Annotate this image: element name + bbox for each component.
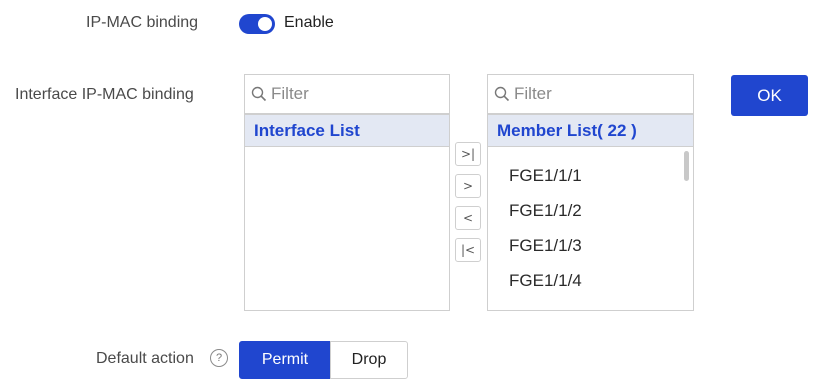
interface-filter xyxy=(244,74,450,114)
member-filter xyxy=(487,74,694,114)
help-icon[interactable]: ? xyxy=(210,349,228,367)
ipmac-binding-toggle[interactable] xyxy=(239,14,275,34)
permit-option[interactable]: Permit xyxy=(239,341,331,379)
member-list-item[interactable]: FGE1/1/1 xyxy=(488,158,693,193)
interface-list-header: Interface List xyxy=(245,115,449,147)
interface-list-body xyxy=(245,147,449,309)
member-list-item[interactable]: FGE1/1/3 xyxy=(488,228,693,263)
ok-button[interactable]: OK xyxy=(731,75,808,116)
interface-list: Interface List xyxy=(244,114,450,311)
interface-filter-input[interactable] xyxy=(271,84,421,104)
ipmac-binding-label: IP-MAC binding xyxy=(86,14,199,31)
member-list-item[interactable]: FGE1/1/2 xyxy=(488,193,693,228)
drop-option[interactable]: Drop xyxy=(330,341,408,379)
search-icon xyxy=(494,86,510,102)
search-icon xyxy=(251,86,267,102)
move-all-left-button[interactable]: |< xyxy=(455,238,481,262)
move-left-button[interactable]: < xyxy=(455,206,481,230)
move-right-button[interactable]: > xyxy=(455,174,481,198)
member-list-item[interactable]: FGE1/1/4 xyxy=(488,263,693,298)
move-all-right-button[interactable]: >| xyxy=(455,142,481,166)
member-list-header: Member List( 22 ) xyxy=(488,115,693,147)
member-list-body: FGE1/1/1FGE1/1/2FGE1/1/3FGE1/1/4XGE1/1/5 xyxy=(488,147,693,309)
interface-ipmac-binding-label: Interface IP-MAC binding xyxy=(15,86,194,103)
default-action-label: Default action xyxy=(96,350,194,367)
member-list: Member List( 22 ) FGE1/1/1 FGE1/1/2 FGE1/1… xyxy=(487,114,694,311)
toggle-enable-text: Enable xyxy=(284,14,334,31)
member-list-scrollbar[interactable] xyxy=(684,151,689,181)
member-list-item[interactable]: XGE1/1/5 xyxy=(488,298,693,309)
toggle-knob xyxy=(258,17,272,31)
member-filter-input[interactable] xyxy=(514,84,664,104)
